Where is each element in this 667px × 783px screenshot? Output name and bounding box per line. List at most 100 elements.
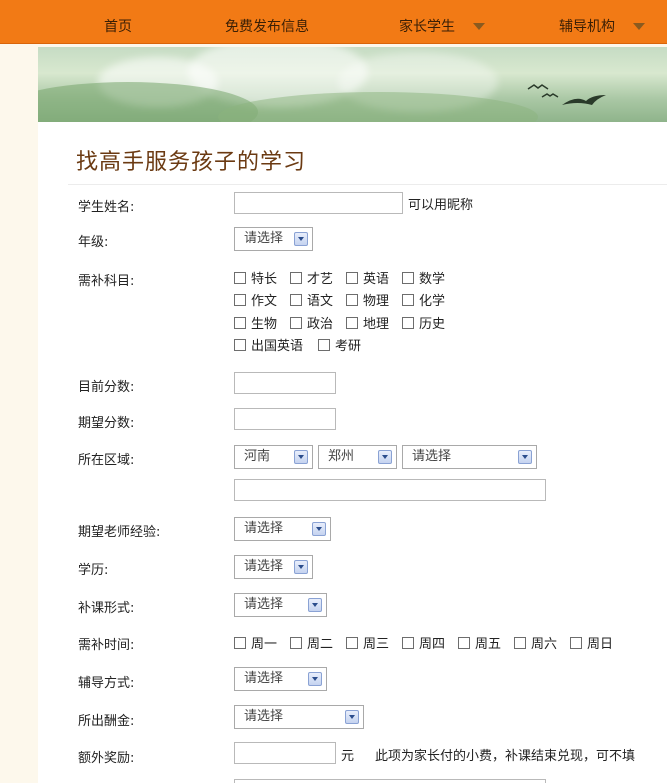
subject-option-label: 出国英语 <box>251 339 304 354</box>
city-select[interactable]: 郑州 <box>318 445 397 469</box>
chevron-down-icon <box>345 710 359 724</box>
checkbox-icon <box>402 272 414 284</box>
left-margin <box>0 44 38 783</box>
weekday-checkbox[interactable]: 周一 <box>234 633 277 652</box>
subject-checkbox[interactable]: 数学 <box>402 268 445 287</box>
form-panel: 找高手服务孩子的学习 学生姓名: 可以用昵称 年级: 请选择 需补科目: 特长 … <box>38 122 667 783</box>
weekday-checkbox[interactable]: 周五 <box>458 633 501 652</box>
province-select-value: 河南 <box>244 449 271 464</box>
subject-option-label: 政治 <box>307 317 334 332</box>
next-field-input[interactable] <box>234 779 546 783</box>
subject-option-label: 才艺 <box>307 272 334 287</box>
tutoring-method-value: 请选择 <box>244 671 284 686</box>
education-select-value: 请选择 <box>244 559 284 574</box>
subject-checkbox[interactable]: 历史 <box>402 313 445 332</box>
checkbox-icon <box>290 272 302 284</box>
subject-option-label: 数学 <box>419 272 446 287</box>
subject-option-label: 历史 <box>419 317 446 332</box>
checkbox-icon <box>514 637 526 649</box>
weekday-option-label: 周一 <box>251 637 278 652</box>
checkbox-icon <box>290 294 302 306</box>
subject-option-label: 作文 <box>251 294 278 309</box>
nav-parents-students[interactable]: 家长学生 <box>399 0 485 44</box>
checkbox-icon <box>234 272 246 284</box>
subject-checkbox[interactable]: 地理 <box>346 313 389 332</box>
weekday-checkbox[interactable]: 周四 <box>402 633 445 652</box>
chevron-down-icon <box>294 232 308 246</box>
address-input[interactable] <box>234 479 546 501</box>
subject-checkbox[interactable]: 考研 <box>318 335 361 354</box>
weekday-checkbox[interactable]: 周二 <box>290 633 333 652</box>
subject-checkbox[interactable]: 作文 <box>234 290 277 309</box>
tutoring-method-select[interactable]: 请选择 <box>234 667 327 691</box>
checkbox-icon <box>346 272 358 284</box>
subject-option-label: 生物 <box>251 317 278 332</box>
subject-checkbox[interactable]: 英语 <box>346 268 389 287</box>
chevron-down-icon <box>312 522 326 536</box>
checkbox-icon <box>234 317 246 329</box>
payment-select[interactable]: 请选择 <box>234 705 364 729</box>
education-label: 学历: <box>78 563 109 578</box>
weekday-option-label: 周日 <box>587 637 614 652</box>
checkbox-icon <box>318 339 330 351</box>
nav-post-info[interactable]: 免费发布信息 <box>225 0 309 44</box>
nav-tutors-label: 辅导机构 <box>559 19 615 35</box>
city-select-value: 郑州 <box>328 449 355 464</box>
lesson-form-select[interactable]: 请选择 <box>234 593 327 617</box>
subjects-label: 需补科目: <box>78 274 135 289</box>
subject-checkbox[interactable]: 政治 <box>290 313 333 332</box>
checkbox-icon <box>234 294 246 306</box>
checkbox-icon <box>346 317 358 329</box>
student-name-input[interactable] <box>234 192 403 214</box>
weekday-option-label: 周三 <box>363 637 390 652</box>
subject-option-label: 化学 <box>419 294 446 309</box>
nav-tutoring-agencies[interactable]: 辅导机构 <box>559 0 645 44</box>
subject-option-label: 物理 <box>363 294 390 309</box>
subject-checkbox[interactable]: 语文 <box>290 290 333 309</box>
bonus-note: 此项为家长付的小费，补课结束兑现，可不填 <box>375 749 636 764</box>
subject-checkbox[interactable]: 生物 <box>234 313 277 332</box>
target-score-label: 期望分数: <box>78 416 135 431</box>
province-select[interactable]: 河南 <box>234 445 313 469</box>
checkbox-icon <box>570 637 582 649</box>
current-score-input[interactable] <box>234 372 336 394</box>
subject-checkbox[interactable]: 出国英语 <box>234 335 303 354</box>
bonus-input[interactable] <box>234 742 336 764</box>
chevron-down-icon <box>308 672 322 686</box>
weekday-checkbox[interactable]: 周六 <box>514 633 557 652</box>
subject-option-label: 考研 <box>335 339 362 354</box>
chevron-down-icon <box>294 560 308 574</box>
weekday-checkbox[interactable]: 周三 <box>346 633 389 652</box>
target-score-input[interactable] <box>234 408 336 430</box>
checkbox-icon <box>402 637 414 649</box>
tutoring-time-label: 需补时间: <box>78 638 135 653</box>
dropdown-arrow-icon <box>633 22 645 30</box>
lesson-form-value: 请选择 <box>244 597 284 612</box>
birds-icon <box>527 84 606 105</box>
subject-checkbox[interactable]: 物理 <box>346 290 389 309</box>
region-label: 所在区域: <box>78 453 135 468</box>
checkbox-icon <box>402 294 414 306</box>
title-divider <box>68 184 667 185</box>
subject-checkbox[interactable]: 特长 <box>234 268 277 287</box>
weekday-checkbox[interactable]: 周日 <box>570 633 613 652</box>
education-select[interactable]: 请选择 <box>234 555 313 579</box>
subject-option-label: 特长 <box>251 272 278 287</box>
tutoring-method-label: 辅导方式: <box>78 676 135 691</box>
subject-checkbox[interactable]: 才艺 <box>290 268 333 287</box>
grade-select-value: 请选择 <box>244 231 284 246</box>
district-select[interactable]: 请选择 <box>402 445 537 469</box>
checkbox-icon <box>234 637 246 649</box>
checkbox-icon <box>234 339 246 351</box>
checkbox-icon <box>290 317 302 329</box>
top-nav: 首页 免费发布信息 家长学生 辅导机构 <box>0 0 667 44</box>
student-name-hint: 可以用昵称 <box>408 198 474 213</box>
banner-image <box>38 47 667 122</box>
chevron-down-icon <box>294 450 308 464</box>
nav-home[interactable]: 首页 <box>104 0 132 44</box>
teacher-experience-select[interactable]: 请选择 <box>234 517 331 541</box>
chevron-down-icon <box>518 450 532 464</box>
payment-label: 所出酬金: <box>78 714 135 729</box>
grade-select[interactable]: 请选择 <box>234 227 313 251</box>
subject-checkbox[interactable]: 化学 <box>402 290 445 309</box>
